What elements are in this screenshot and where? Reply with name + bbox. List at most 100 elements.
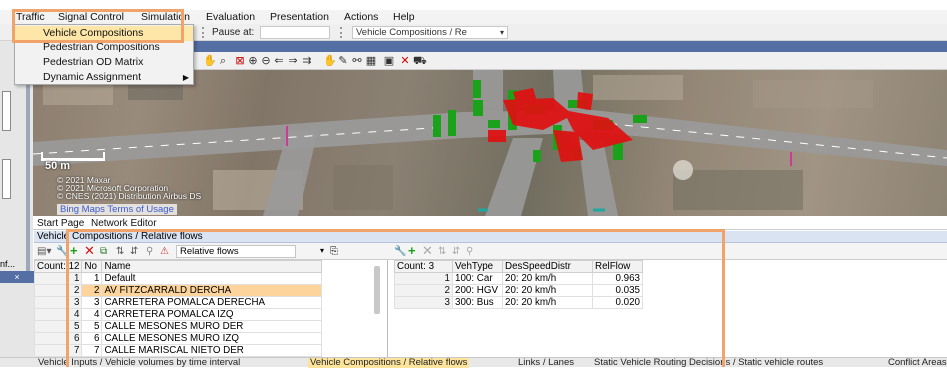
add-icon[interactable]: +: [408, 243, 416, 258]
cell-no: 3: [81, 296, 103, 309]
wrench-icon[interactable]: 🔧: [394, 246, 406, 257]
bing-terms-link[interactable]: Bing Maps Terms of Usage: [57, 204, 177, 215]
row-number: 4: [34, 308, 83, 321]
row-number: 3: [34, 296, 83, 309]
cell-no: 6: [81, 332, 103, 345]
menu-item-pedestrian-od-matrix[interactable]: Pedestrian OD Matrix: [15, 55, 193, 70]
cell-name: CALLE MESONES MURO DER: [101, 320, 323, 333]
vertical-scrollbar[interactable]: [374, 266, 380, 314]
menu-item-dynamic-assignment[interactable]: Dynamic Assignment ▶: [15, 70, 193, 85]
row-number: 1: [34, 272, 83, 285]
table-row[interactable]: 3 300: Bus 20: 20 km/h 0.020: [394, 296, 643, 309]
hand-icon[interactable]: ✋: [323, 55, 337, 67]
menu-item-pedestrian-compositions[interactable]: Pedestrian Compositions: [15, 40, 193, 55]
close-icon[interactable]: ×: [0, 271, 34, 283]
table-row[interactable]: 2 200: HGV 20: 20 km/h 0.035: [394, 284, 643, 297]
column-header-name[interactable]: Name: [101, 260, 323, 273]
cell-speed: 20: 20 km/h: [502, 284, 593, 297]
scale-label: 50 m: [45, 160, 71, 172]
toolbar-separator: [202, 27, 205, 38]
delete-icon[interactable]: ✕: [84, 243, 95, 259]
view-select[interactable]: Vehicle Compositions / Re ▾: [352, 26, 508, 39]
menu-signal-control[interactable]: Signal Control: [58, 11, 124, 23]
cell-no: 5: [81, 320, 103, 333]
cell-name: CARRETERA POMALCA IZQ: [101, 308, 323, 321]
grid-icon[interactable]: ▦: [365, 55, 377, 67]
row-number: 5: [34, 320, 83, 333]
row-number: 1: [394, 272, 453, 285]
row-number: 3: [394, 296, 453, 309]
toolbar-separator: [340, 27, 343, 38]
menu-help[interactable]: Help: [393, 11, 415, 23]
sidebar-panel[interactable]: [2, 159, 11, 199]
sort-ascending-icon[interactable]: ⇅: [438, 246, 446, 257]
row-number: 2: [34, 284, 83, 297]
cell-relflow: 0.963: [592, 272, 643, 285]
pause-at-input[interactable]: [260, 26, 330, 39]
sort-ascending-icon[interactable]: ⇅: [116, 246, 124, 257]
table-row[interactable]: 7 7 CALLE MARISCAL NIETO DER: [34, 344, 323, 357]
table-row-selected[interactable]: 2 2 AV FITZCARRALD DERCHA: [34, 284, 323, 297]
tab-start-page[interactable]: Start Page: [37, 218, 84, 229]
menu-presentation[interactable]: Presentation: [270, 11, 329, 23]
cell-name: AV FITZCARRALD DERCHA: [101, 284, 323, 297]
menu-evaluation[interactable]: Evaluation: [206, 11, 255, 23]
pan-hand-icon[interactable]: ✋: [203, 55, 217, 67]
cell-speed: 20: 20 km/h: [502, 296, 593, 309]
cell-speed: 20: 20 km/h: [502, 272, 593, 285]
table-row[interactable]: 1 1 Default: [34, 272, 323, 285]
chevron-down-icon: ▾: [499, 28, 504, 37]
delete-icon[interactable]: ✕: [399, 55, 411, 67]
view-select-value: Vehicle Compositions / Re: [356, 27, 467, 38]
sync-icon[interactable]: ⎘: [330, 246, 338, 257]
network-map-view[interactable]: 50 m © 2021 Maxar © 2021 Microsoft Corpo…: [33, 70, 947, 216]
left-sidebar-lower: nf... ×: [0, 259, 34, 357]
row-number: 2: [394, 284, 453, 297]
duplicate-icon[interactable]: ⧉: [100, 246, 107, 257]
filter-icon[interactable]: ⚲: [146, 246, 153, 257]
column-header-relflow[interactable]: RelFlow: [592, 260, 643, 273]
column-header-no[interactable]: No: [81, 260, 103, 273]
zoom-select-icon[interactable]: ⌕: [217, 55, 229, 67]
vehicles-icon[interactable]: ⛟: [413, 55, 427, 67]
chevron-down-icon[interactable]: ▾: [320, 246, 324, 255]
zoom-out-icon[interactable]: ⊖: [260, 55, 272, 67]
delete-icon[interactable]: ✕: [422, 243, 433, 259]
panel-title: Vehicle Compositions / Relative flows: [37, 231, 203, 242]
cell-name: CALLE MARISCAL NIETO DER: [101, 344, 323, 357]
menu-item-label: Vehicle Compositions: [43, 27, 144, 39]
table-row[interactable]: 6 6 CALLE MESONES MURO IZQ: [34, 332, 323, 345]
add-icon[interactable]: +: [70, 243, 78, 258]
table-row[interactable]: 1 100: Car 20: 20 km/h 0.963: [394, 272, 643, 285]
cell-no: 2: [81, 284, 103, 297]
menu-simulation[interactable]: Simulation: [141, 11, 190, 23]
table-row[interactable]: 4 4 CARRETERA POMALCA IZQ: [34, 308, 323, 321]
sort-descending-icon[interactable]: ⇵: [452, 246, 460, 257]
column-header-vehtype[interactable]: VehType: [452, 260, 503, 273]
column-header-desspeeddistr[interactable]: DesSpeedDistr: [502, 260, 593, 273]
cell-no: 7: [81, 344, 103, 357]
relation-select[interactable]: Relative flows: [176, 245, 296, 258]
zoom-all-icon[interactable]: ⊠: [234, 55, 246, 67]
tab-network-editor[interactable]: Network Editor: [91, 218, 157, 229]
wrench-icon[interactable]: 🔧: [56, 246, 68, 257]
screenshot-icon[interactable]: ▣: [383, 55, 395, 67]
sort-descending-icon[interactable]: ⇵: [130, 246, 138, 257]
sidebar-panel[interactable]: [2, 91, 11, 131]
count-header: Count: 12: [34, 260, 83, 273]
remove-filter-icon[interactable]: ⚠: [160, 246, 169, 257]
zoom-in-icon[interactable]: ⊕: [247, 55, 259, 67]
filter-icon[interactable]: ⚲: [466, 246, 473, 257]
edit-icon[interactable]: ✎: [337, 55, 349, 67]
table-row[interactable]: 3 3 CARRETERA POMALCA DERECHA: [34, 296, 323, 309]
menu-item-vehicle-compositions[interactable]: Vehicle Compositions: [15, 26, 193, 41]
forward-arrow-icon[interactable]: ⇒: [287, 55, 299, 67]
list-layout-icon[interactable]: ▤▾: [37, 246, 51, 257]
route-icon[interactable]: ⇉: [301, 55, 313, 67]
list-panel-title-bar: Vehicle Compositions / Relative flows: [34, 231, 947, 243]
back-arrow-icon[interactable]: ⇐: [273, 55, 285, 67]
table-row[interactable]: 5 5 CALLE MESONES MURO DER: [34, 320, 323, 333]
measure-icon[interactable]: ⚯: [351, 55, 363, 67]
menu-actions[interactable]: Actions: [344, 11, 378, 23]
menu-traffic[interactable]: Traffic: [16, 11, 45, 23]
